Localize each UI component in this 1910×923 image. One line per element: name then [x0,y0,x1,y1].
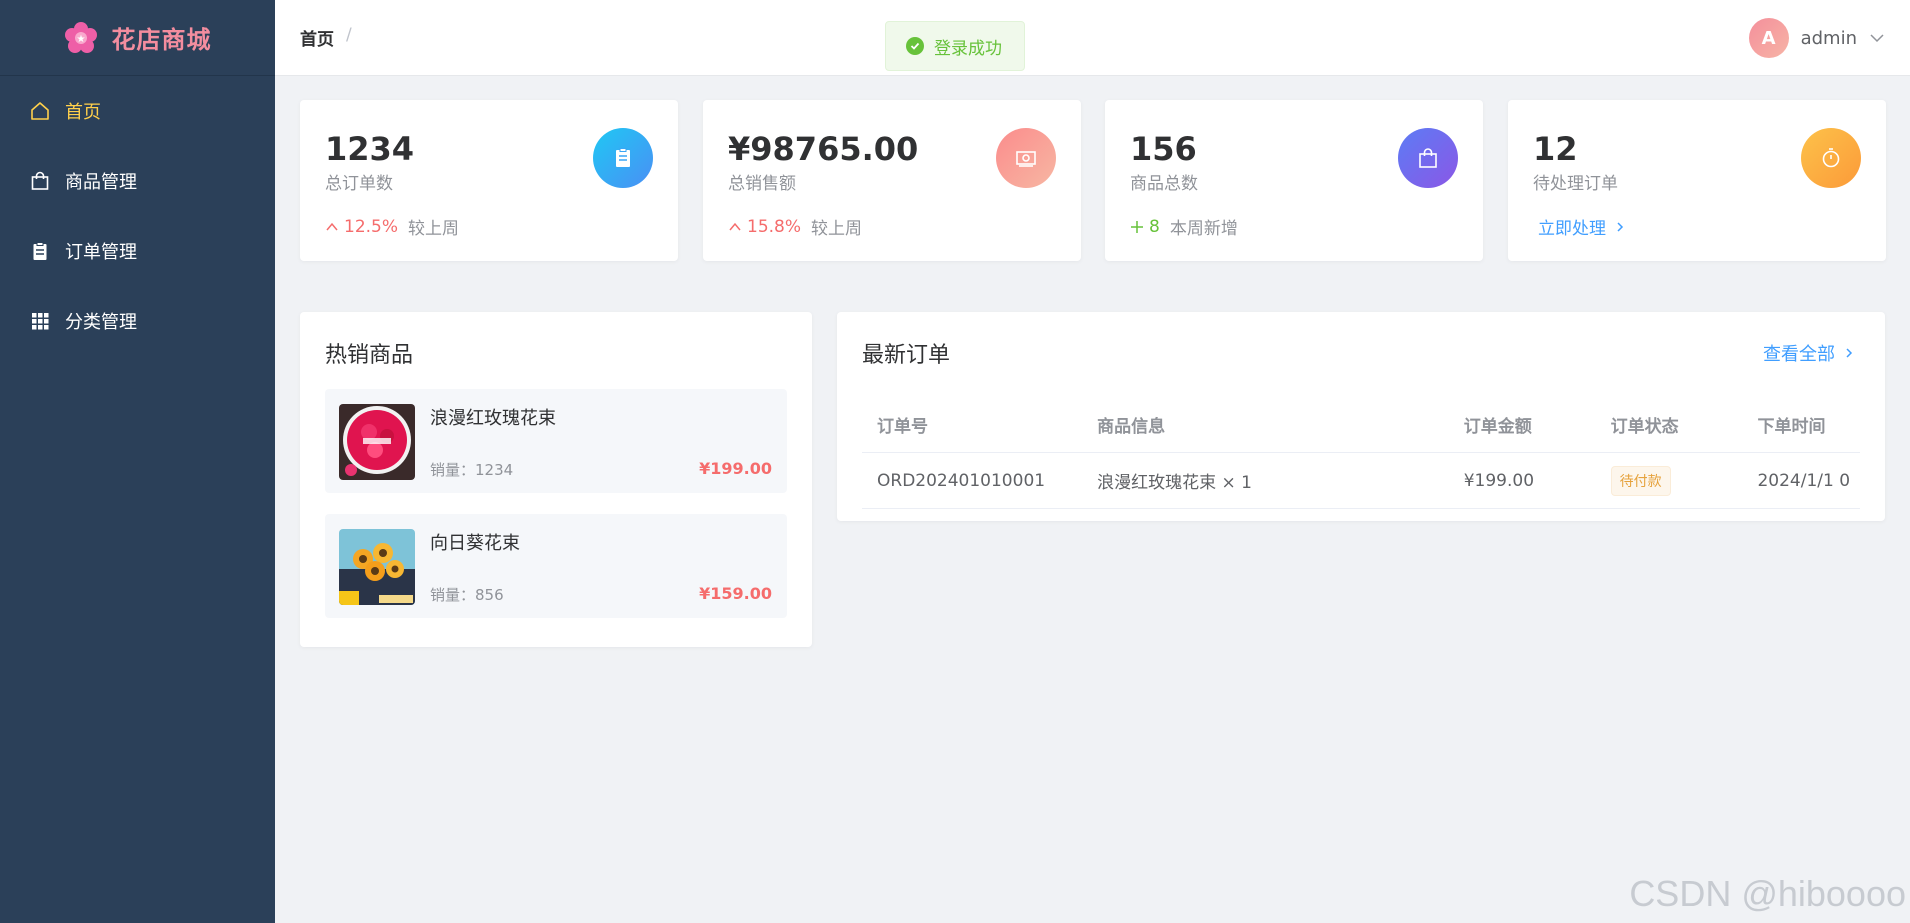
arrow-up-icon [729,222,741,231]
sidebar: ★ 花店商城 首页 商品管理 订单管理 分类管理 [0,0,275,923]
stopwatch-icon [1801,128,1861,188]
username[interactable]: admin [1801,28,1857,49]
order-time: 2024/1/1 0 [1757,470,1851,491]
stat-footer: 立即处理 [1533,214,1861,239]
order-product: 浪漫红玫瑰花束 × 1 [1097,473,1252,493]
sidebar-item-label: 商品管理 [65,172,137,193]
hot-product-item[interactable]: 浪漫红玫瑰花束 销量：1234 ¥199.00 [325,389,787,493]
top-header: 首页 / A admin [275,0,1910,76]
trend-label: 本周新增 [1169,219,1238,240]
breadcrumb: 首页 / [300,25,352,50]
chevron-down-icon[interactable] [1869,30,1885,46]
process-now-link[interactable]: 立即处理 [1538,214,1626,239]
stat-card-pending: 12 待处理订单 立即处理 [1508,100,1886,261]
svg-text:★: ★ [76,34,85,45]
shopping-bag-icon [31,171,49,190]
arrow-up-icon [326,222,338,231]
table-row[interactable]: ORD202401010001 浪漫红玫瑰花束 × 1 ¥199.00 待付款 … [862,453,1860,509]
flower-logo-icon: ★ [64,21,98,55]
sidebar-item-label: 首页 [65,102,101,123]
column-header: 订单号 [877,417,928,437]
stat-footer: 8 本周新增 [1130,214,1458,239]
sidebar-item-products[interactable]: 商品管理 [0,146,275,216]
sidebar-item-orders[interactable]: 订单管理 [0,216,275,286]
product-price: ¥159.00 [699,584,772,603]
order-amount: ¥199.00 [1463,470,1535,491]
red-rose-bouquet-image [339,404,415,480]
table-header-row: 订单号 商品信息 订单金额 订单状态 下单时间 [862,397,1860,453]
shopping-bag-icon [1398,128,1458,188]
stat-footer: 15.8% 较上周 [728,214,1056,239]
product-name: 浪漫红玫瑰花束 [430,408,556,429]
sidebar-item-categories[interactable]: 分类管理 [0,286,275,356]
trend-value: 15.8% [747,216,802,237]
hot-products-panel: 热销商品 浪漫红玫瑰花束 销量：1234 ¥199.00 向日葵花束 销量：85… [300,312,812,647]
trend-label: 较上周 [408,219,460,240]
breadcrumb-separator: / [346,25,352,45]
stat-card-orders: 1234 总订单数 12.5% 较上周 [300,100,678,261]
watermark: CSDN @hiboooo [1629,873,1906,914]
view-all-label: 查看全部 [1763,344,1835,365]
grid-icon [32,313,49,330]
status-badge: 待付款 [1610,465,1671,496]
home-icon [31,102,49,120]
latest-orders-panel: 最新订单 查看全部 订单号 商品信息 订单金额 订单状态 下单时间 ORD202… [837,312,1885,521]
plus-icon [1131,220,1143,233]
order-id: ORD202401010001 [877,470,1046,491]
stat-card-products: 156 商品总数 8 本周新增 [1105,100,1483,261]
stat-card-sales: ¥98765.00 总销售额 15.8% 较上周 [703,100,1081,261]
user-menu[interactable]: A admin [1748,18,1885,58]
sidebar-item-label: 订单管理 [65,242,137,263]
check-circle-icon [906,37,924,55]
product-sales: 销量：1234 [430,461,514,479]
trend-value: 8 [1149,216,1160,237]
clipboard-icon [593,128,653,188]
trend-up: 15.8% [728,217,801,237]
chevron-right-icon [1846,348,1853,358]
trend-value: 12.5% [344,216,399,237]
column-header: 下单时间 [1757,417,1826,437]
trend-new: 8 [1130,217,1160,237]
panel-title: 热销商品 [325,343,414,368]
view-all-link[interactable]: 查看全部 [1763,340,1855,366]
breadcrumb-home[interactable]: 首页 [300,25,334,50]
trend-label: 较上周 [811,219,863,240]
avatar[interactable]: A [1748,18,1789,58]
toast-message: 登录成功 [934,38,1002,59]
sidebar-item-home[interactable]: 首页 [0,76,275,146]
money-icon [996,128,1056,188]
sidebar-menu: 首页 商品管理 订单管理 分类管理 [0,76,275,356]
stat-footer: 12.5% 较上周 [325,214,653,239]
order-status-cell: 待付款 [1596,465,1743,496]
panel-title: 最新订单 [862,343,951,368]
sunflower-bouquet-image [339,529,415,605]
column-header: 订单状态 [1610,417,1679,437]
product-name: 向日葵花束 [430,533,520,554]
hot-product-item[interactable]: 向日葵花束 销量：856 ¥159.00 [325,514,787,618]
process-now-label: 立即处理 [1538,219,1606,240]
logo[interactable]: ★ 花店商城 [0,0,275,76]
trend-up: 12.5% [325,217,398,237]
chevron-right-icon [1617,222,1624,232]
product-sales: 销量：856 [430,586,504,604]
product-price: ¥199.00 [699,459,772,478]
clipboard-icon [33,242,47,260]
logo-text: 花店商城 [111,26,212,54]
column-header: 订单金额 [1463,417,1532,437]
column-header: 商品信息 [1097,417,1166,437]
sidebar-item-label: 分类管理 [65,312,137,333]
orders-table: 订单号 商品信息 订单金额 订单状态 下单时间 ORD202401010001 … [862,397,1860,509]
success-toast: 登录成功 [885,21,1025,71]
